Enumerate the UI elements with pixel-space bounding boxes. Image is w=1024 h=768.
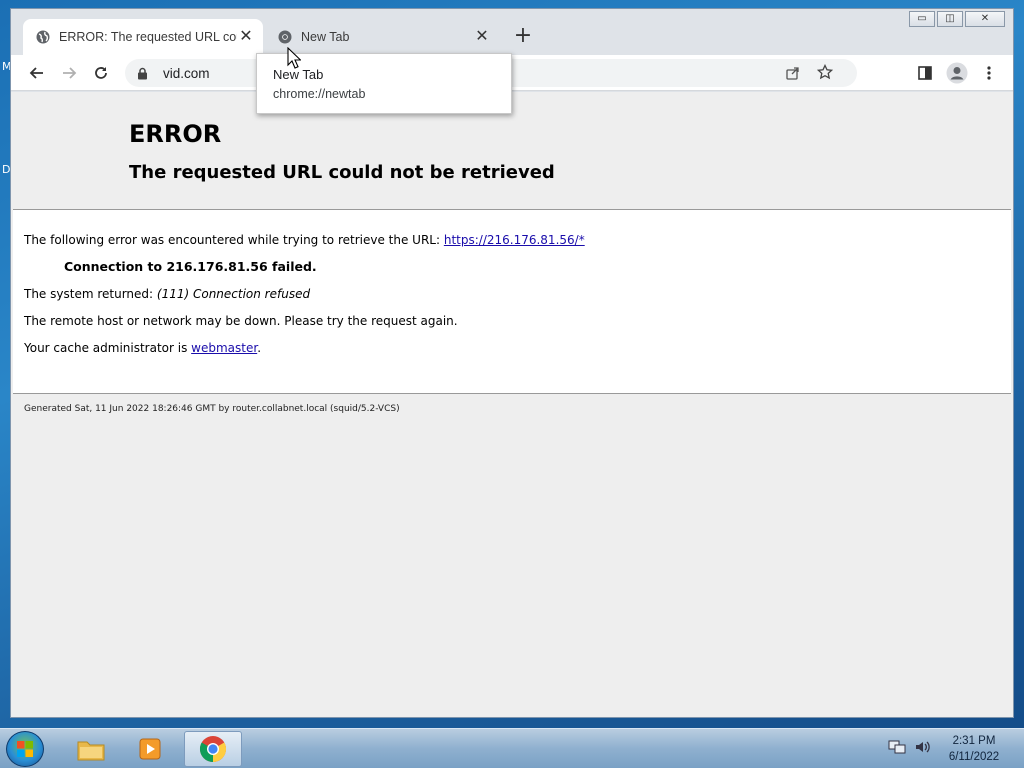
browser-window: ▭ ◫ ✕ ERROR: The requested URL could not…: [10, 8, 1014, 718]
media-player-icon: [139, 738, 161, 760]
start-button[interactable]: [6, 731, 44, 767]
globe-icon: [35, 29, 51, 45]
tab-strip: ERROR: The requested URL could not be re…: [11, 9, 1013, 55]
tab-title: ERROR: The requested URL could not be re…: [59, 30, 237, 44]
error-url-line: The following error was encountered whil…: [24, 232, 585, 248]
file-explorer-taskbar-button[interactable]: [62, 731, 120, 767]
clock-time: 2:31 PM: [952, 735, 996, 747]
new-tab-button[interactable]: +: [511, 25, 535, 49]
windows-logo-icon: [17, 741, 33, 757]
system-tray: [888, 729, 932, 768]
close-tab-icon[interactable]: ✕: [237, 28, 255, 46]
menu-kebab-icon[interactable]: [977, 61, 1001, 85]
volume-icon[interactable]: [914, 739, 932, 759]
forward-icon[interactable]: [57, 61, 81, 85]
mouse-cursor-icon: [287, 46, 302, 73]
tab-title: New Tab: [301, 30, 350, 44]
lock-icon[interactable]: [137, 67, 151, 80]
error-details: The following error was encountered whil…: [13, 209, 1011, 394]
error-url-link[interactable]: https://216.176.81.56/*: [444, 233, 585, 247]
side-panel-icon[interactable]: [913, 61, 937, 85]
cache-admin-label: Your cache administrator is: [24, 341, 192, 355]
back-icon[interactable]: [25, 61, 49, 85]
url-text[interactable]: vid.com: [163, 66, 210, 81]
profile-avatar-icon[interactable]: [945, 61, 969, 85]
taskbar-clock[interactable]: 2:31 PM 6/11/2022: [944, 733, 1004, 765]
clock-date: 6/11/2022: [948, 751, 1000, 763]
folder-icon: [77, 741, 105, 761]
webmaster-link[interactable]: webmaster: [191, 341, 257, 355]
network-icon[interactable]: [888, 739, 906, 759]
cache-admin-line: Your cache administrator is webmaster.: [24, 340, 261, 356]
chrome-icon: [277, 29, 293, 45]
remote-host-text: The remote host or network may be down. …: [24, 314, 458, 328]
system-returned-line: The system returned: (111) Connection re…: [24, 286, 310, 302]
error-subheading: The requested URL could not be retrieved: [129, 162, 555, 183]
media-player-taskbar-button[interactable]: [122, 731, 180, 767]
close-tab-icon[interactable]: ✕: [473, 28, 491, 46]
tab-error-page[interactable]: ERROR: The requested URL could not be re…: [23, 19, 263, 55]
system-returned-value: (111) Connection refused: [156, 287, 311, 301]
generated-footer: Generated Sat, 11 Jun 2022 18:26:46 GMT …: [24, 404, 400, 414]
error-heading: ERROR: [129, 120, 222, 148]
bookmark-star-icon[interactable]: [816, 63, 834, 84]
system-returned-label: The system returned:: [24, 287, 157, 301]
connection-failed-text: Connection to 216.176.81.56 failed.: [64, 259, 317, 274]
chrome-taskbar-button[interactable]: [184, 731, 242, 767]
reload-icon[interactable]: [89, 61, 113, 85]
cache-admin-period: .: [257, 341, 262, 355]
error-url-text: The following error was encountered whil…: [24, 233, 444, 247]
share-icon[interactable]: [785, 65, 801, 85]
chrome-logo-icon: [199, 736, 227, 763]
page-content: ERROR The requested URL could not be ret…: [11, 92, 1013, 717]
taskbar: 2:31 PM 6/11/2022: [0, 728, 1024, 768]
hover-card-url: chrome://newtab: [273, 87, 366, 101]
browser-toolbar: vid.com: [11, 55, 1013, 91]
